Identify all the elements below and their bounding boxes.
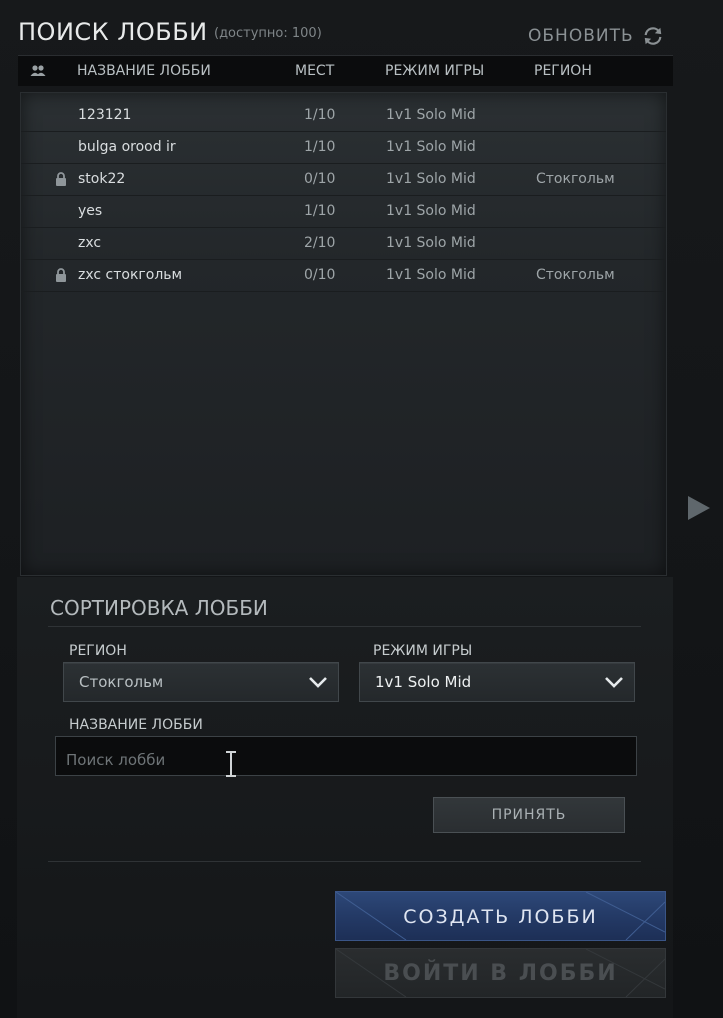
lobby-slots: 1/10 (304, 203, 336, 219)
lobby-name: stok22 (78, 171, 126, 187)
region-dropdown[interactable]: Стокгольм (63, 662, 339, 702)
lobby-mode: 1v1 Solo Mid (386, 235, 476, 251)
table-row[interactable]: bulga orood ir 1/10 1v1 Solo Mid (21, 132, 666, 164)
create-lobby-button[interactable]: СОЗДАТЬ ЛОББИ (335, 891, 666, 941)
column-header-slots[interactable]: МЕСТ (295, 63, 334, 79)
region-label: РЕГИОН (69, 643, 127, 659)
refresh-icon (644, 27, 662, 45)
lobby-name: yes (78, 203, 103, 219)
lobby-name: zxc (78, 235, 102, 251)
lobby-mode: 1v1 Solo Mid (386, 267, 476, 283)
refresh-button[interactable]: ОБНОВИТЬ (528, 25, 664, 47)
table-row[interactable]: stok22 0/10 1v1 Solo Mid Стокгольм (21, 164, 666, 196)
mode-dropdown-value: 1v1 Solo Mid (375, 673, 472, 691)
available-count: (доступно: 100) (214, 26, 322, 41)
column-header-region[interactable]: РЕГИОН (534, 63, 592, 79)
accept-label: ПРИНЯТЬ (491, 807, 567, 823)
lobby-list[interactable]: 123121 1/10 1v1 Solo Mid bulga orood ir … (20, 92, 667, 576)
column-header-name[interactable]: НАЗВАНИЕ ЛОББИ (77, 63, 211, 79)
accept-button[interactable]: ПРИНЯТЬ (433, 797, 625, 833)
table-row[interactable]: zxc стокгольм 0/10 1v1 Solo Mid Стокголь… (21, 260, 666, 292)
text-cursor-icon (226, 751, 236, 777)
lock-icon (56, 172, 66, 186)
lobby-name: 123121 (78, 107, 132, 123)
lobby-mode: 1v1 Solo Mid (386, 107, 476, 123)
filter-title: СОРТИРОВКА ЛОББИ (50, 596, 268, 620)
table-row[interactable]: zxc 2/10 1v1 Solo Mid (21, 228, 666, 260)
mode-dropdown[interactable]: 1v1 Solo Mid (359, 662, 635, 702)
create-lobby-label: СОЗДАТЬ ЛОББИ (403, 906, 598, 928)
arrow-right-icon[interactable] (686, 494, 712, 522)
lobby-browser: ПОИСК ЛОББИ (доступно: 100) ОБНОВИТЬ НАЗ… (0, 0, 723, 1018)
join-lobby-button[interactable]: ВОЙТИ В ЛОББИ (335, 948, 666, 998)
lobby-search-input[interactable]: Поиск лобби (55, 736, 637, 776)
table-header: НАЗВАНИЕ ЛОББИ МЕСТ РЕЖИМ ИГРЫ РЕГИОН (18, 55, 673, 86)
lobby-name: bulga orood ir (78, 139, 176, 155)
lobby-slots: 0/10 (304, 267, 336, 283)
lobby-name-label: НАЗВАНИЕ ЛОББИ (69, 717, 203, 733)
lobby-mode: 1v1 Solo Mid (386, 171, 476, 187)
players-icon[interactable] (30, 64, 46, 78)
region-dropdown-value: Стокгольм (79, 673, 164, 691)
refresh-label: ОБНОВИТЬ (528, 26, 634, 46)
table-row[interactable]: yes 1/10 1v1 Solo Mid (21, 196, 666, 228)
lobby-mode: 1v1 Solo Mid (386, 203, 476, 219)
lobby-slots: 0/10 (304, 171, 336, 187)
lobby-mode: 1v1 Solo Mid (386, 139, 476, 155)
table-row[interactable]: 123121 1/10 1v1 Solo Mid (21, 100, 666, 132)
page-title: ПОИСК ЛОББИ (18, 18, 208, 46)
mode-label: РЕЖИМ ИГРЫ (373, 643, 473, 659)
lobby-name: zxc стокгольм (78, 267, 183, 283)
join-lobby-label: ВОЙТИ В ЛОББИ (383, 961, 618, 986)
lobby-slots: 1/10 (304, 139, 336, 155)
lobby-region: Стокгольм (536, 171, 615, 187)
divider (48, 626, 641, 627)
lobby-slots: 2/10 (304, 235, 336, 251)
chevron-down-icon (605, 677, 623, 688)
column-header-mode[interactable]: РЕЖИМ ИГРЫ (385, 63, 484, 79)
lobby-slots: 1/10 (304, 107, 336, 123)
divider (48, 861, 641, 862)
lobby-search-placeholder: Поиск лобби (66, 751, 166, 769)
lock-icon (56, 268, 66, 282)
chevron-down-icon (309, 677, 327, 688)
lobby-region: Стокгольм (536, 267, 615, 283)
